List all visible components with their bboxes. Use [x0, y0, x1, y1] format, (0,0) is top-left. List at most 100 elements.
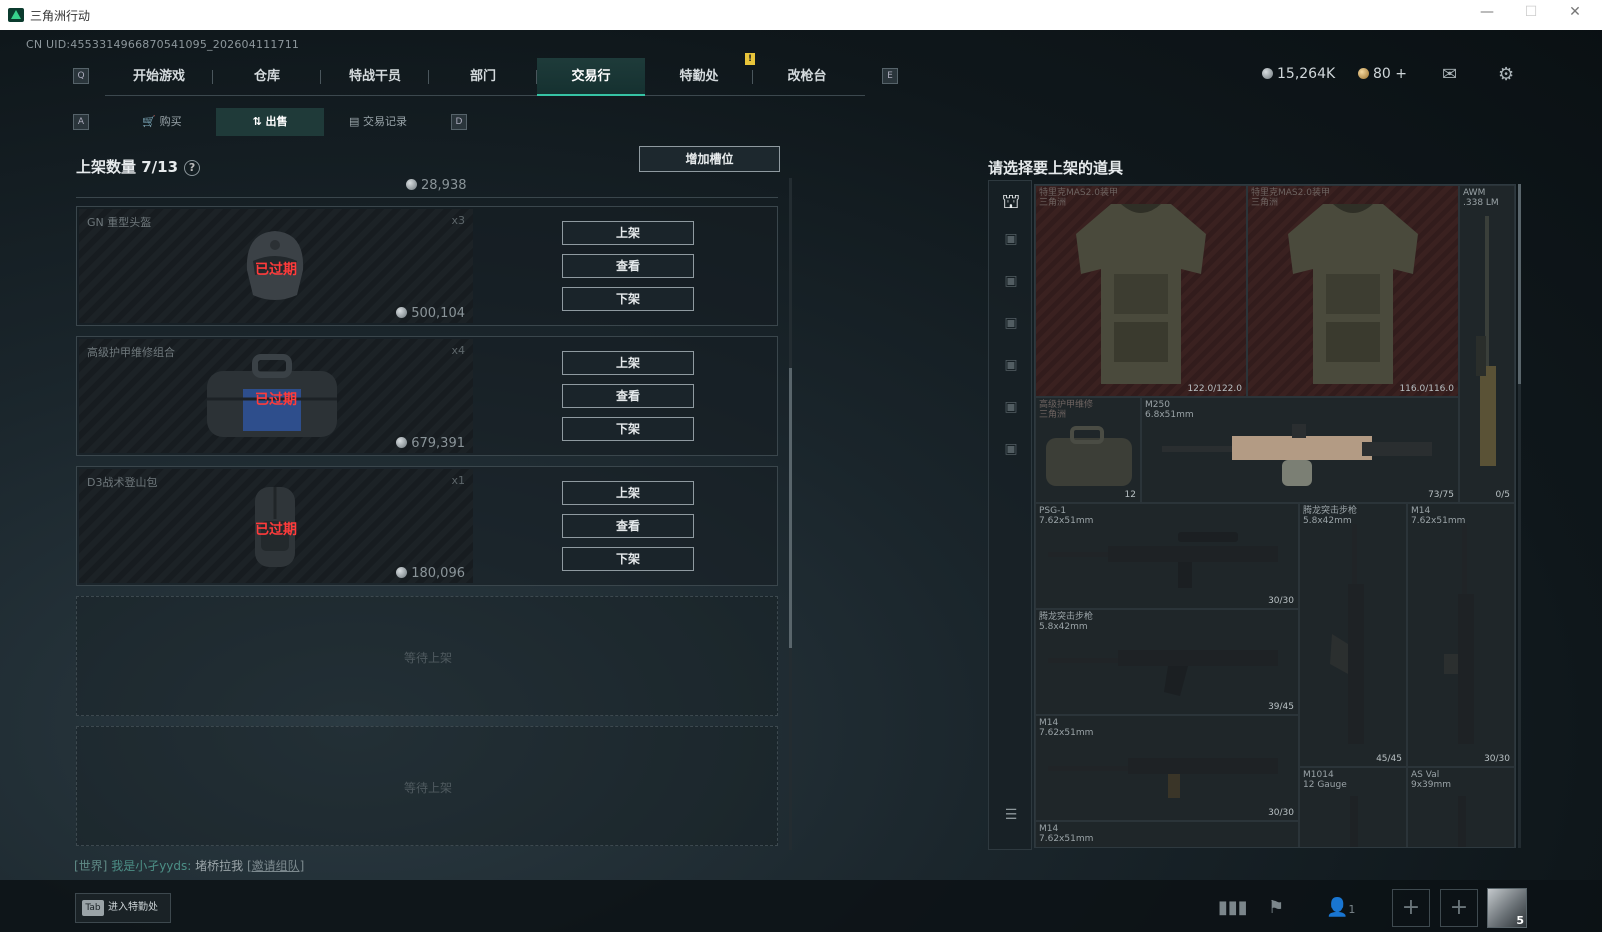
stats-chart-icon[interactable]: ▮▮▮ — [1218, 897, 1248, 918]
inventory-item[interactable]: PSG-1 7.62x51mm 30/30 — [1035, 503, 1299, 609]
item-durability: 73/75 — [1428, 490, 1454, 500]
body-armor-image — [1288, 204, 1418, 384]
item-title: AWM — [1463, 188, 1486, 198]
view-button[interactable]: 查看 — [562, 514, 694, 538]
layers-icon[interactable]: ☰ — [999, 807, 1023, 829]
item-count: x3 — [451, 214, 465, 227]
help-icon[interactable]: ? — [184, 160, 201, 176]
category-weapon-icon[interactable]: ▣ — [999, 399, 1023, 421]
party-count: 1 — [1348, 903, 1356, 916]
item-title: AS Val — [1411, 770, 1440, 780]
item-subtitle: 7.62x51mm — [1039, 834, 1094, 844]
invite-slot-plus-icon[interactable]: + — [1392, 889, 1430, 927]
maximize-button[interactable]: ☐ — [1514, 4, 1548, 20]
settings-gear-icon[interactable]: ⚙ — [1498, 64, 1514, 85]
tab-trading[interactable]: 交易行 — [537, 58, 645, 96]
delist-button[interactable]: 下架 — [562, 287, 694, 311]
tab-label: 开始游戏 — [132, 69, 185, 84]
subtab-trade-history[interactable]: ▤ 交易记录 — [324, 108, 432, 136]
previous-listing-partial: 28,938 — [76, 178, 778, 198]
relist-button[interactable]: 上架 — [562, 351, 694, 375]
havcoin-icon — [396, 437, 408, 448]
subtab-label: 交易记录 — [362, 115, 407, 128]
inventory-item[interactable]: 高级护甲维修 三角洲 12 — [1035, 397, 1141, 503]
tab-gunsmith[interactable]: 改枪台 — [753, 58, 861, 96]
rifle-image — [1048, 532, 1278, 588]
tab-warehouse[interactable]: 仓库 — [213, 58, 321, 96]
tab-operators[interactable]: 特战干员 — [321, 58, 429, 96]
ticket-balance[interactable]: 80 + — [1358, 66, 1407, 82]
inventory-item[interactable]: 特里克MAS2.0装甲 三角洲 122.0/122.0 — [1035, 185, 1247, 397]
inventory-item[interactable]: M1014 12 Gauge — [1299, 767, 1407, 847]
party-icon[interactable]: 👤1 — [1326, 897, 1355, 918]
chat-username[interactable]: 我是小孑yyds: — [111, 859, 191, 873]
inventory-scrollbar[interactable] — [1518, 184, 1521, 848]
item-name: 高级护甲维修组合 — [87, 346, 175, 359]
item-thumbnail[interactable]: GN 重型头盔 x3 已过期 500,104 — [79, 209, 473, 323]
item-subtitle: 9x39mm — [1411, 780, 1452, 790]
chat-message: 堵桥拉我 — [195, 859, 244, 873]
inventory-item[interactable]: M250 6.8x51mm 73/75 — [1141, 397, 1459, 503]
battle-rifle-image — [1048, 758, 1278, 798]
havcoin-icon — [396, 567, 408, 578]
delist-button[interactable]: 下架 — [562, 417, 694, 441]
item-durability: 30/30 — [1268, 596, 1294, 606]
category-rig-icon[interactable]: ▣ — [999, 315, 1023, 337]
key-hint-next-subtab: D — [451, 114, 467, 130]
subtab-buy[interactable]: 🛒 购买 — [108, 108, 216, 136]
scrollbar-thumb[interactable] — [1518, 184, 1521, 384]
listing-price: 500,104 — [396, 306, 465, 321]
tab-start-game[interactable]: 开始游戏 — [105, 58, 213, 96]
add-slot-button[interactable]: 增加槽位 — [639, 146, 780, 172]
subtab-sell[interactable]: ⇅ 出售 — [216, 108, 324, 136]
inventory-item[interactable]: AS Val 9x39mm — [1407, 767, 1515, 847]
inventory-item[interactable]: 腾龙突击步枪 5.8x42mm 39/45 — [1035, 609, 1299, 715]
enter-special-ops-button[interactable]: Tab 进入特勤处 — [75, 893, 171, 923]
subtab-label: 出售 — [265, 115, 288, 128]
category-all-icon[interactable]: ⛫ — [999, 189, 1023, 213]
listing-scrollbar[interactable] — [789, 178, 792, 850]
flag-icon[interactable]: ⚑ — [1268, 897, 1284, 918]
category-helmet-icon[interactable]: ▣ — [999, 273, 1023, 295]
delist-button[interactable]: 下架 — [562, 547, 694, 571]
invite-team-link[interactable]: [邀请组队] — [247, 859, 304, 873]
close-button[interactable]: ✕ — [1558, 4, 1592, 20]
listing-card: 高级护甲维修组合 x4 已过期 679,391 上架 查看 下架 — [76, 336, 778, 456]
add-currency-icon[interactable]: + — [1395, 66, 1407, 82]
inventory-item[interactable]: 腾龙突击步枪 5.8x42mm 45/45 — [1299, 503, 1407, 767]
inventory-item[interactable]: AWM .338 LM 0/5 — [1459, 185, 1515, 503]
inventory-item[interactable]: 特里克MAS2.0装甲 三角洲 116.0/116.0 — [1247, 185, 1459, 397]
category-backpack-icon[interactable]: ▣ — [999, 357, 1023, 379]
havcoin-icon — [406, 179, 417, 190]
invite-slot-plus-icon[interactable]: + — [1440, 889, 1478, 927]
item-durability: 12 — [1124, 490, 1136, 500]
item-title: M1014 — [1303, 770, 1334, 780]
relist-button[interactable]: 上架 — [562, 481, 694, 505]
view-button[interactable]: 查看 — [562, 254, 694, 278]
item-thumbnail[interactable]: D3战术登山包 x1 已过期 180,096 — [79, 469, 473, 583]
listing-list: 28,938 GN 重型头盔 x3 已过期 500,104 上架 查看 下架 高… — [76, 178, 778, 850]
item-subtitle: 三角洲 — [1251, 198, 1279, 208]
tab-label: 部门 — [469, 69, 496, 84]
listing-count: 上架数量 7/13 — [76, 158, 179, 176]
view-button[interactable]: 查看 — [562, 384, 694, 408]
havcoin-amount: 15,264K — [1277, 66, 1336, 82]
mail-icon[interactable]: ✉ — [1442, 64, 1457, 85]
item-count: x4 — [451, 344, 465, 357]
player-avatar[interactable]: 5 — [1487, 888, 1527, 928]
category-ammo-icon[interactable]: ▣ — [999, 441, 1023, 463]
inventory-item[interactable]: M14 7.62x51mm — [1035, 821, 1299, 847]
inventory-item[interactable]: M14 7.62x51mm 30/30 — [1407, 503, 1515, 767]
item-subtitle: 三角洲 — [1039, 198, 1067, 208]
item-subtitle: .338 LM — [1463, 198, 1499, 208]
inventory-item[interactable]: M14 7.62x51mm 30/30 — [1035, 715, 1299, 821]
ticket-coin-icon — [1358, 68, 1369, 79]
category-armor-icon[interactable]: ▣ — [999, 231, 1023, 253]
tab-department[interactable]: 部门 — [429, 58, 537, 96]
item-name: 腾龙突击步枪 5.8x42mm — [1039, 612, 1093, 632]
scrollbar-thumb[interactable] — [789, 368, 792, 648]
minimize-button[interactable]: — — [1470, 4, 1504, 20]
item-thumbnail[interactable]: 高级护甲维修组合 x4 已过期 679,391 — [79, 339, 473, 453]
relist-button[interactable]: 上架 — [562, 221, 694, 245]
tab-special-ops[interactable]: 特勤处 — [645, 58, 753, 96]
